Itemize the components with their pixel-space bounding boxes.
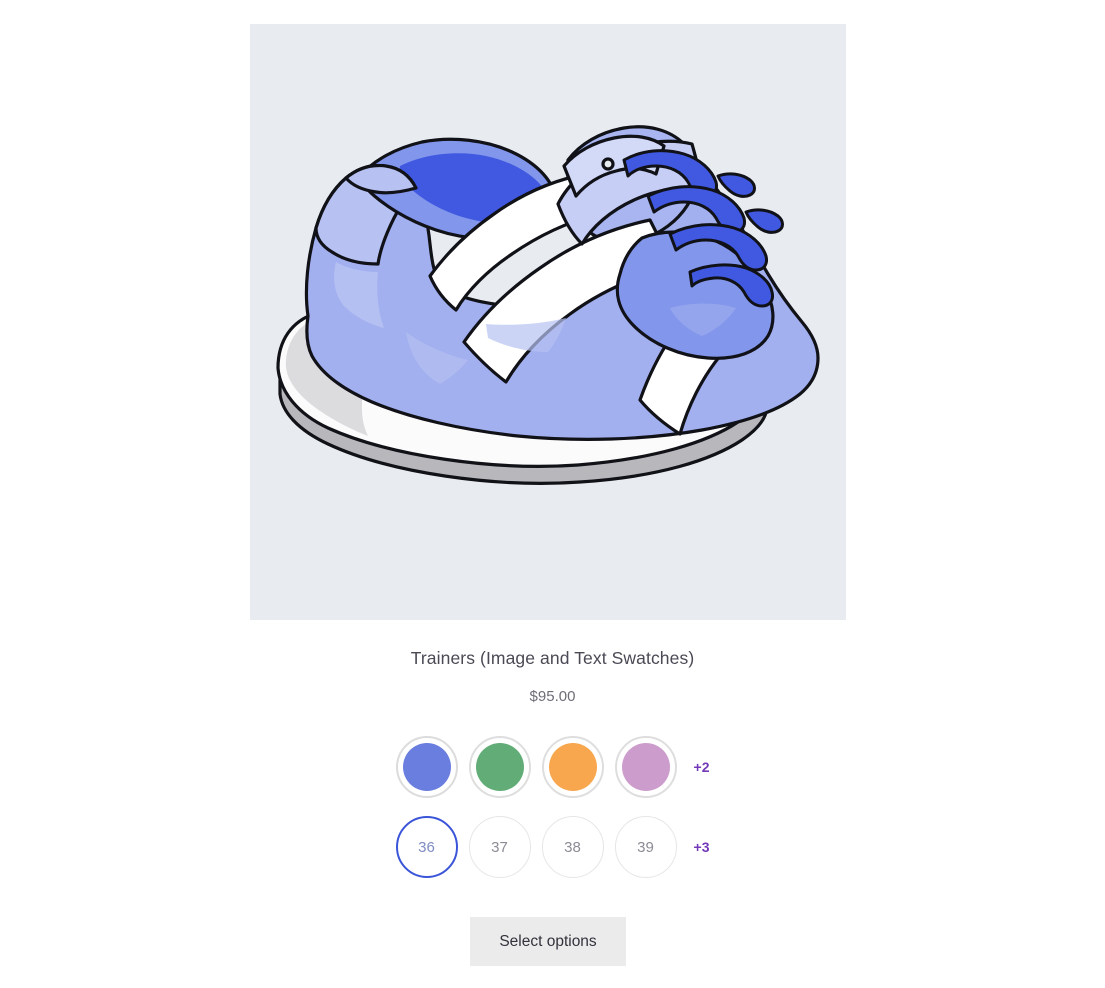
size-swatch-list: 36 37 38 39 +3	[0, 816, 1105, 878]
size-more-count[interactable]: +3	[694, 839, 710, 855]
color-swatch-blue[interactable]	[395, 736, 458, 798]
size-swatch-39[interactable]: 39	[614, 816, 677, 878]
color-swatch-list: +2	[0, 734, 1105, 800]
size-swatch-36[interactable]: 36	[395, 816, 458, 878]
page-title[interactable]: Trainers (Image and Text Swatches)	[0, 648, 1105, 669]
product-card: Trainers (Image and Text Swatches) $95.0…	[0, 0, 1105, 988]
color-dot	[548, 743, 597, 791]
select-options-button[interactable]: Select options	[470, 917, 626, 966]
product-image[interactable]	[250, 24, 846, 620]
color-dot	[621, 743, 670, 791]
color-swatch-green[interactable]	[468, 736, 531, 798]
color-swatch-orange[interactable]	[541, 736, 604, 798]
size-swatch-38[interactable]: 38	[541, 816, 604, 878]
sneaker-illustration	[276, 125, 820, 485]
color-dot	[402, 743, 451, 791]
color-more-count[interactable]: +2	[694, 759, 710, 775]
color-swatch-pink[interactable]	[614, 736, 677, 798]
size-swatch-37[interactable]: 37	[468, 816, 531, 878]
product-price: $95.00	[529, 688, 576, 705]
color-dot	[475, 743, 524, 791]
